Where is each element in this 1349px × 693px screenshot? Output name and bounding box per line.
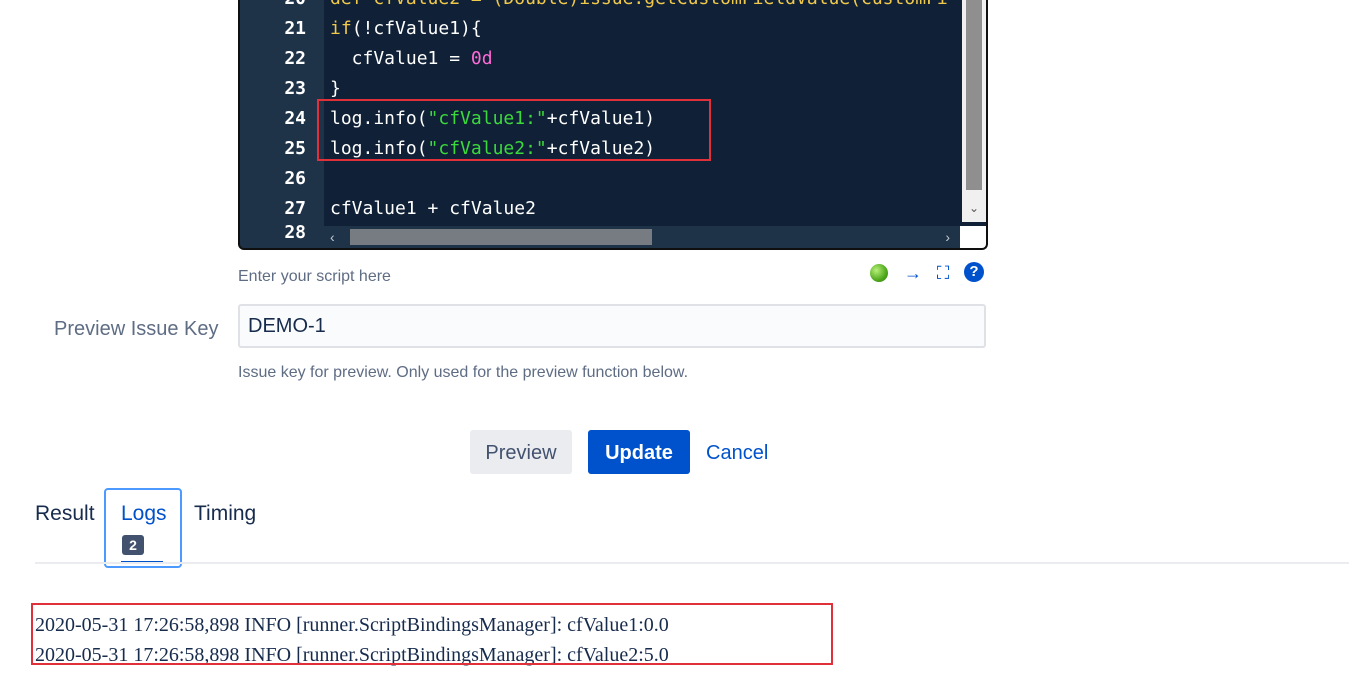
tab-logs[interactable] — [104, 488, 182, 568]
vertical-scroll-thumb[interactable] — [966, 0, 982, 190]
code-line[interactable]: 26 — [240, 164, 986, 194]
horizontal-scrollbar[interactable]: ‹ › — [324, 226, 960, 248]
help-icon[interactable]: ? — [964, 262, 984, 282]
code-line[interactable]: 21 if(!cfValue1){ — [240, 14, 986, 44]
preview-issue-key-label: Preview Issue Key — [54, 318, 219, 340]
update-button[interactable]: Update — [588, 430, 690, 474]
code-line[interactable]: 20 def cfValue2 = (Double)issue.getCusto… — [240, 0, 986, 14]
line-number: 24 — [284, 108, 306, 129]
line-number: 20 — [240, 0, 306, 14]
tabs-divider — [35, 562, 1349, 564]
editor-hint: Enter your script here — [238, 268, 391, 285]
line-number: 21 — [284, 18, 306, 39]
green-dot-icon[interactable] — [870, 264, 888, 282]
line-number: 22 — [284, 48, 306, 69]
number-literal: 0d — [470, 48, 493, 69]
highlight-box — [317, 99, 711, 161]
line-number: 28 — [284, 222, 306, 243]
preview-button[interactable]: Preview — [470, 430, 572, 474]
code-line[interactable]: 22 cfValue1 = 0d — [240, 44, 986, 74]
vertical-scrollbar[interactable]: ⌄ — [962, 0, 986, 222]
line-content: def cfValue2 = (Double)issue.getCustomFi… — [330, 0, 948, 14]
highlight-box — [31, 603, 833, 665]
line-number: 26 — [284, 168, 306, 189]
tab-result[interactable]: Result — [35, 502, 95, 526]
arrow-right-icon[interactable]: → — [902, 262, 924, 284]
logs-count-badge: 2 — [122, 535, 144, 555]
cancel-button[interactable]: Cancel — [706, 430, 776, 474]
scroll-down-icon[interactable]: ⌄ — [962, 198, 986, 218]
scroll-left-icon[interactable]: ‹ — [330, 226, 335, 248]
tab-logs-label: Logs — [121, 502, 167, 525]
preview-hint: Issue key for preview. Only used for the… — [238, 364, 689, 381]
line-number: 25 — [284, 138, 306, 159]
preview-issue-key-input[interactable] — [238, 304, 986, 348]
tab-timing[interactable]: Timing — [194, 502, 256, 526]
scrollbar-corner — [960, 226, 986, 248]
line-content: (!cfValue1){ — [351, 18, 482, 39]
line-number: 23 — [284, 78, 306, 99]
fullscreen-icon[interactable]: ⛶ — [932, 262, 954, 284]
horizontal-scroll-thumb[interactable] — [350, 229, 652, 245]
scroll-right-icon[interactable]: › — [945, 226, 950, 248]
keyword: if — [330, 18, 352, 39]
line-content: cfValue1 = — [330, 48, 471, 69]
